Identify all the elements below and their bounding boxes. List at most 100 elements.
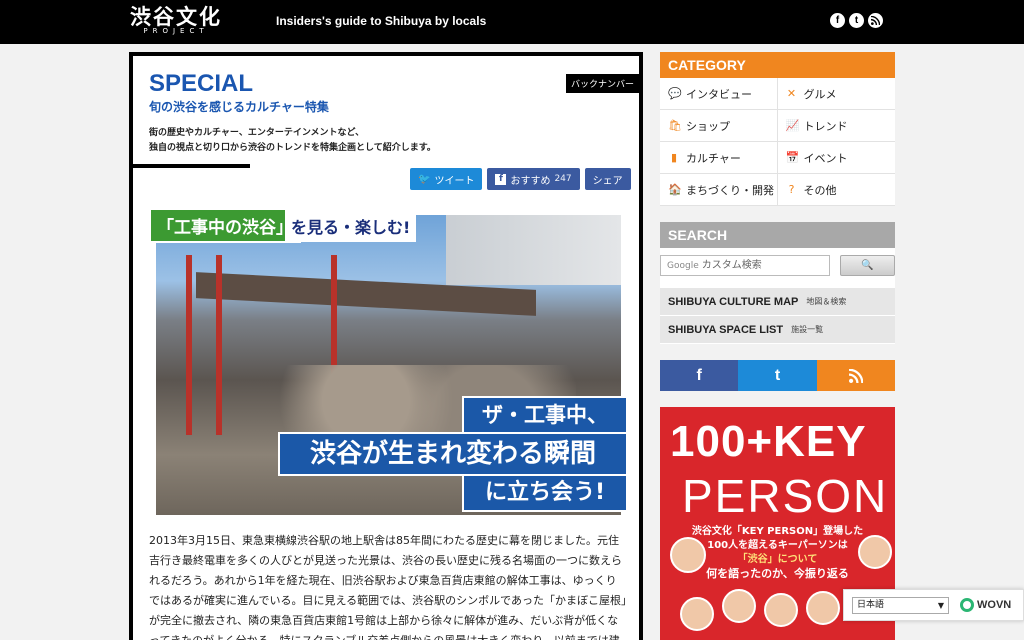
header-social: f t	[830, 13, 883, 28]
tweet-button[interactable]: 🐦 ツイート	[410, 168, 483, 190]
space-list-sub: 施設一覧	[791, 325, 824, 334]
rss-block[interactable]	[816, 360, 895, 391]
language-select[interactable]: 日本語 ▼	[852, 597, 949, 614]
category-shop[interactable]: 🛍 ショップ	[660, 110, 778, 142]
facebook-block[interactable]: f	[660, 360, 739, 391]
recommend-label: おすすめ	[510, 175, 551, 187]
rss-icon[interactable]	[868, 13, 883, 28]
banner-line2: PERSON	[682, 470, 889, 522]
search-icon: 🔍	[861, 260, 874, 271]
book-icon: ▮	[670, 151, 678, 164]
chevron-down-icon: ▼	[937, 601, 944, 610]
category-label: グルメ	[803, 87, 837, 101]
twitter-icon: t	[774, 366, 781, 384]
avatar	[764, 593, 798, 627]
wovn-brand[interactable]: WOVN	[960, 598, 1011, 612]
google-brand: Google	[667, 261, 699, 271]
search-button[interactable]: 🔍	[840, 255, 895, 276]
special-title: SPECIAL	[149, 70, 254, 97]
tweet-label: ツイート	[434, 175, 475, 187]
category-heading: CATEGORY	[660, 52, 895, 78]
search-input[interactable]: Google カスタム検索	[660, 255, 830, 276]
culture-map-title: SHIBUYA CULTURE MAP	[668, 295, 799, 308]
question-icon: ?	[788, 183, 795, 196]
rss-icon	[848, 368, 863, 383]
sidebar: CATEGORY 💬 インタビュー ✕ グルメ 🛍 ショップ 📈 トレンド ▮ カルチャー…	[660, 52, 895, 391]
share-button[interactable]: シェア	[584, 168, 631, 190]
culture-map-link[interactable]: SHIBUYA CULTURE MAP 地図＆検索	[660, 288, 895, 316]
special-header: SPECIAL 旬の渋谷を感じるカルチャー特集 街の歴史やカルチャー、エンターテ…	[133, 56, 639, 162]
language-selected: 日本語	[857, 600, 885, 610]
category-label: その他	[803, 183, 837, 197]
top-bar: 渋谷文化 PROJECT Insiders's guide to Shibuya…	[0, 0, 1024, 44]
category-label: カルチャー	[686, 151, 741, 165]
category-event[interactable]: 📅 イベント	[777, 142, 895, 174]
hero-headline-1: ザ・工事中、	[462, 396, 628, 434]
twitter-icon[interactable]: t	[849, 13, 864, 28]
article-body: 2013年3月15日、東急東横線渋谷駅の地上駅舎は85年間にわたる歴史に幕を閉じ…	[149, 534, 627, 640]
special-subtitle: 旬の渋谷を感じるカルチャー特集	[149, 100, 329, 114]
site-tagline: Insiders's guide to Shibuya by locals	[276, 14, 487, 28]
chat-icon: 💬	[668, 87, 682, 100]
search-placeholder: カスタム検索	[701, 260, 762, 271]
wovn-label: WOVN	[977, 599, 1012, 611]
category-gourmet[interactable]: ✕ グルメ	[777, 78, 895, 110]
search-heading: SEARCH	[660, 222, 895, 248]
category-trend[interactable]: 📈 トレンド	[777, 110, 895, 142]
hero-frame	[331, 255, 337, 375]
culture-map-sub: 地図＆検索	[806, 297, 847, 306]
hero-building	[446, 215, 621, 285]
special-desc-line1: 街の歴史やカルチャー、エンターテインメントなど、	[149, 128, 365, 138]
hero-headline-2: 渋谷が生まれ変わる瞬間	[278, 432, 628, 476]
space-list-link[interactable]: SHIBUYA SPACE LIST 施設一覧	[660, 316, 895, 344]
twitter-block[interactable]: t	[738, 360, 817, 391]
language-widget: 日本語 ▼ WOVN	[843, 589, 1024, 621]
facebook-icon[interactable]: f	[830, 13, 845, 28]
share-buttons: 🐦 ツイート f おすすめ 247 シェア	[410, 168, 631, 190]
logo-en: PROJECT	[143, 27, 209, 35]
hero-badge-green: 「工事中の渋谷」	[149, 208, 301, 243]
calendar-icon: 📅	[785, 151, 800, 164]
category-label: ショップ	[686, 119, 730, 133]
hero-frame	[186, 255, 192, 435]
avatar	[806, 591, 840, 625]
category-culture[interactable]: ▮ カルチャー	[660, 142, 778, 174]
category-label: まちづくり・開発	[686, 183, 774, 197]
category-label: トレンド	[803, 119, 848, 133]
avatar	[858, 535, 892, 569]
category-label: イベント	[803, 151, 848, 165]
hero-badge-white: を見る・楽しむ!	[285, 210, 417, 242]
special-description: 街の歴史やカルチャー、エンターテインメントなど、 独自の視点と切り口から渋谷のト…	[149, 126, 436, 156]
category-other[interactable]: ? その他	[777, 174, 895, 206]
category-interview[interactable]: 💬 インタビュー	[660, 78, 778, 110]
search-area: Google カスタム検索 🔍	[660, 248, 895, 288]
house-icon: 🏠	[668, 183, 682, 196]
twitter-icon: 🐦	[418, 173, 431, 185]
sidebar-social: f t	[660, 360, 895, 391]
hero-headline-3: に立ち会う!	[462, 474, 628, 512]
trend-chart-icon: 📈	[785, 119, 800, 132]
space-list-title: SHIBUYA SPACE LIST	[668, 323, 784, 336]
avatar	[670, 537, 706, 573]
back-number-link[interactable]: バックナンバー	[565, 74, 639, 93]
avatar	[722, 589, 756, 623]
main-content: SPECIAL 旬の渋谷を感じるカルチャー特集 街の歴史やカルチャー、エンターテ…	[129, 52, 643, 640]
banner-text1: 渋谷文化「KEY PERSON」登場した	[691, 526, 864, 537]
divider	[133, 164, 250, 168]
banner-line1: 100+KEY	[670, 417, 867, 466]
hero-frame	[216, 255, 222, 435]
site-logo[interactable]: 渋谷文化 PROJECT	[130, 5, 222, 35]
facebook-icon: f	[495, 173, 507, 185]
utensils-icon: ✕	[786, 87, 797, 100]
recommend-count: 247	[554, 174, 572, 184]
category-grid: 💬 インタビュー ✕ グルメ 🛍 ショップ 📈 トレンド ▮ カルチャー 📅 イベント 🏠 ま…	[660, 78, 895, 206]
avatar	[680, 597, 714, 631]
category-label: インタビュー	[686, 87, 752, 101]
logo-jp: 渋谷文化	[130, 5, 222, 29]
shopping-bag-icon: 🛍	[668, 119, 682, 132]
category-development[interactable]: 🏠 まちづくり・開発	[660, 174, 778, 206]
wovn-logo-icon	[960, 598, 974, 612]
recommend-button[interactable]: f おすすめ 247	[487, 168, 580, 190]
facebook-icon: f	[696, 366, 702, 384]
special-desc-line2: 独自の視点と切り口から渋谷のトレンドを特集企画として紹介します。	[149, 143, 436, 153]
